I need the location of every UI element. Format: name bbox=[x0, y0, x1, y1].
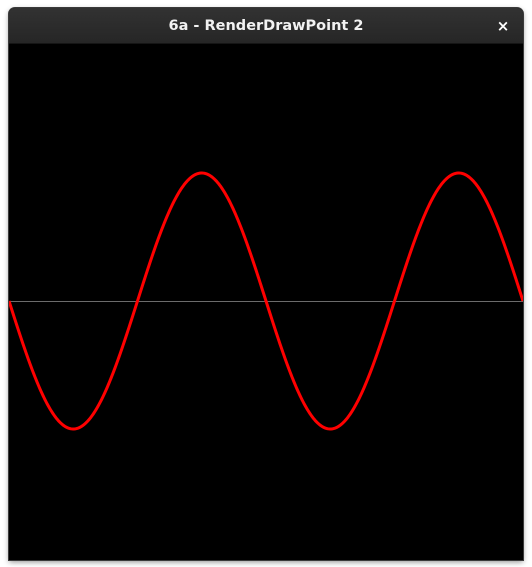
app-window: 6a - RenderDrawPoint 2 × bbox=[9, 8, 523, 560]
render-surface bbox=[9, 171, 523, 431]
close-icon[interactable]: × bbox=[491, 14, 515, 38]
title-bar[interactable]: 6a - RenderDrawPoint 2 × bbox=[9, 8, 523, 44]
render-canvas bbox=[9, 44, 523, 560]
window-title: 6a - RenderDrawPoint 2 bbox=[168, 18, 364, 34]
